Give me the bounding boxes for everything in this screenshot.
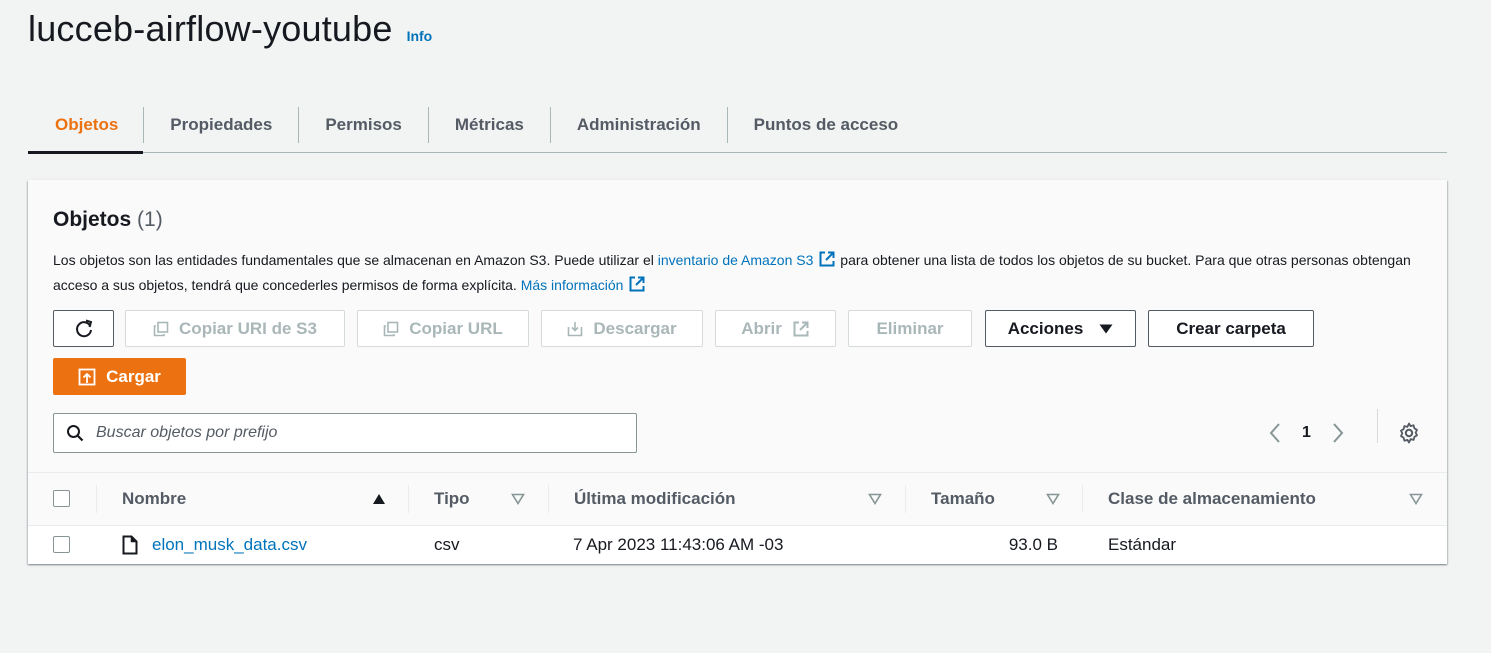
column-header-type[interactable]: Tipo (434, 473, 470, 525)
object-name-cell: elon_musk_data.csv (122, 526, 307, 564)
tab-label: Permisos (325, 114, 402, 134)
tab-puntos-de-acceso[interactable]: Puntos de acceso (728, 97, 925, 152)
button-label: Abrir (741, 318, 782, 338)
table-row[interactable]: elon_musk_data.csv csv 7 Apr 2023 11:43:… (28, 526, 1447, 564)
search-icon (67, 425, 84, 442)
panel-description: Los objetos son las entidades fundamenta… (53, 248, 1413, 298)
sort-ascending-icon[interactable] (372, 493, 386, 505)
gear-icon (1400, 422, 1418, 444)
description-text: Los objetos son las entidades fundamenta… (53, 252, 658, 268)
page-title: lucceb-airflow-youtube (28, 8, 393, 49)
chevron-right-icon[interactable] (1331, 422, 1345, 444)
column-divider (905, 485, 906, 513)
tab-label: Métricas (454, 114, 524, 134)
tab-bar: Objetos Propiedades Permisos Métricas Ad… (28, 97, 1447, 154)
column-divider (1082, 485, 1083, 513)
column-header-name[interactable]: Nombre (122, 473, 186, 525)
inventory-link[interactable]: inventario de Amazon S3 (658, 252, 814, 268)
panel-title: Objetos (1) (53, 208, 163, 232)
tab-propiedades[interactable]: Propiedades (144, 97, 298, 152)
column-label: Nombre (122, 489, 187, 508)
button-label: Eliminar (876, 318, 944, 338)
tab-administracion[interactable]: Administración (551, 97, 727, 152)
download-icon (567, 321, 583, 337)
create-folder-button[interactable]: Crear carpeta (1148, 310, 1314, 347)
tab-label: Propiedades (170, 114, 273, 134)
open-button[interactable]: Abrir (715, 310, 836, 347)
object-link[interactable]: elon_musk_data.csv (152, 535, 307, 555)
tab-metricas[interactable]: Métricas (429, 97, 550, 152)
more-info-link[interactable]: Más información (521, 277, 624, 293)
column-divider (96, 485, 97, 513)
search-field[interactable] (53, 413, 637, 453)
object-count: (1) (137, 208, 163, 231)
tab-objetos[interactable]: Objetos (28, 97, 144, 154)
column-label: Tipo (434, 489, 470, 508)
pagination-divider (1377, 409, 1378, 443)
sort-icon[interactable] (511, 493, 525, 505)
button-label: Copiar URL (409, 318, 503, 338)
row-checkbox[interactable] (53, 536, 70, 553)
file-icon (122, 535, 138, 555)
info-link[interactable]: Info (407, 28, 433, 44)
sort-icon[interactable] (1046, 493, 1060, 505)
page-number[interactable]: 1 (1302, 424, 1311, 442)
sort-icon[interactable] (1409, 493, 1423, 505)
button-label: Copiar URI de S3 (179, 318, 317, 338)
download-button[interactable]: Descargar (541, 310, 703, 347)
button-label: Crear carpeta (1176, 318, 1286, 338)
pagination: 1 (1268, 413, 1345, 453)
column-header-last-modified[interactable]: Última modificación (574, 473, 736, 525)
objects-table: Nombre Tipo Última modificación Tamaño C… (28, 472, 1447, 564)
button-label: Cargar (106, 366, 161, 386)
external-link-icon (629, 276, 645, 292)
column-label: Última modificación (574, 489, 736, 508)
upload-icon (78, 368, 96, 386)
caret-down-icon (1099, 324, 1113, 333)
copy-s3-uri-button[interactable]: Copiar URI de S3 (125, 310, 345, 347)
button-label: Descargar (593, 318, 677, 338)
copy-icon (153, 321, 169, 337)
upload-button[interactable]: Cargar (53, 358, 186, 395)
column-header-size[interactable]: Tamaño (931, 473, 995, 525)
column-divider (408, 485, 409, 513)
tab-permisos[interactable]: Permisos (299, 97, 428, 152)
object-type-cell: csv (434, 535, 460, 554)
object-size-cell: 93.0 B (1008, 535, 1058, 554)
chevron-left-icon[interactable] (1268, 422, 1282, 444)
last-modified-cell: 7 Apr 2023 11:43:06 AM -03 (573, 535, 784, 554)
refresh-icon (75, 319, 92, 337)
storage-class-cell: Estándar (1108, 535, 1177, 554)
select-all-checkbox[interactable] (53, 490, 70, 507)
button-label: Acciones (1007, 318, 1084, 338)
search-input[interactable] (94, 423, 614, 443)
actions-dropdown[interactable]: Acciones (985, 310, 1136, 347)
external-link-icon (793, 321, 809, 336)
sort-icon[interactable] (868, 493, 882, 505)
panel-title-text: Objetos (53, 208, 132, 231)
page-header: lucceb-airflow-youtube Info (28, 8, 432, 50)
column-label: Clase de almacenamiento (1108, 489, 1316, 508)
copy-url-button[interactable]: Copiar URL (357, 310, 529, 347)
tab-label: Objetos (55, 114, 119, 134)
objects-panel: Objetos (1) Los objetos son las entidade… (28, 180, 1447, 564)
delete-button[interactable]: Eliminar (848, 310, 972, 347)
copy-icon (383, 321, 399, 337)
table-header: Nombre Tipo Última modificación Tamaño C… (28, 472, 1447, 526)
column-header-storage-class[interactable]: Clase de almacenamiento (1108, 473, 1316, 525)
tab-label: Administración (576, 114, 701, 134)
refresh-button[interactable] (53, 310, 114, 347)
column-divider (548, 485, 549, 513)
external-link-icon (819, 251, 835, 267)
column-label: Tamaño (931, 489, 995, 508)
preferences-button[interactable] (1398, 413, 1420, 453)
tab-label: Puntos de acceso (753, 114, 899, 134)
